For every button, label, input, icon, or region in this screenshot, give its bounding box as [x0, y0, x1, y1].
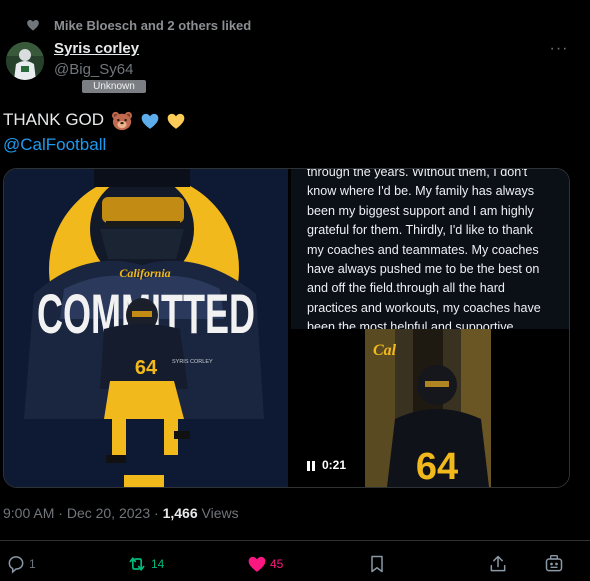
pause-icon	[307, 460, 315, 471]
tweet-date[interactable]: Dec 20, 2023	[67, 505, 150, 521]
tweet-text-content: THANK GOD	[3, 110, 105, 129]
video-duration: 0:21	[322, 458, 347, 472]
meta-separator: ·	[154, 505, 159, 521]
meta-separator: ·	[58, 505, 63, 521]
share-button[interactable]	[488, 552, 508, 574]
social-context[interactable]: Mike Bloesch and 2 others liked	[0, 14, 300, 38]
bear-face-icon	[111, 111, 132, 130]
retweet-button[interactable]: 14	[126, 552, 164, 574]
video-panel[interactable]: Cal 64 0:21	[291, 329, 569, 487]
author-display-name[interactable]: Syris corley	[54, 40, 139, 57]
like-icon	[248, 556, 266, 572]
more-icon[interactable]: ···	[548, 40, 570, 58]
video-player[interactable]: Cal 64	[365, 329, 491, 487]
unknown-badge: Unknown	[82, 80, 146, 93]
statement-line: grateful for them. Thirdly, I'd like to …	[307, 223, 533, 238]
video-frame: Cal 64	[365, 329, 491, 487]
player-name: SYRIS CORLEY	[172, 359, 213, 365]
video-jersey-number: 64	[416, 446, 458, 487]
statement-text: through the years. Without them, I don't…	[307, 169, 557, 329]
share-icon	[490, 555, 506, 572]
statement-line: been the most helpful and supportive	[307, 320, 514, 329]
statement-line: my coaches and teammates. My coaches	[307, 242, 539, 257]
grok-icon	[545, 554, 563, 572]
avatar-image	[6, 42, 44, 80]
tweet-time[interactable]: 9:00 AM	[3, 505, 54, 521]
statement-image[interactable]: through the years. Without them, I don't…	[291, 169, 569, 329]
tweet-text: THANK GOD	[3, 110, 186, 134]
statement-line: and off the field.through all the hard	[307, 281, 505, 296]
brand-text: California	[119, 266, 170, 280]
tweet-meta: 9:00 AM · Dec 20, 2023 · 1,466 Views	[3, 505, 239, 521]
reply-count: 1	[29, 556, 36, 571]
mention-link[interactable]: @CalFootball	[3, 135, 106, 155]
social-context-text: Mike Bloesch and 2 others liked	[54, 18, 252, 33]
statement-line: been my biggest support and I am highly	[307, 203, 534, 218]
views-label: Views	[201, 505, 239, 521]
statement-line: have always pushed me to be the best on	[307, 262, 540, 277]
grok-button[interactable]	[543, 552, 565, 574]
statement-line: know where I'd be. My family has always	[307, 184, 535, 199]
heart-icon	[27, 20, 39, 31]
author-handle[interactable]: @Big_Sy64	[54, 61, 133, 78]
yellow-heart-icon	[167, 113, 185, 129]
commit-graphic-image: California COMMITTED 64 SYRIS CORLEY	[4, 169, 288, 487]
avatar[interactable]	[6, 42, 44, 80]
reply-button[interactable]: 1	[6, 552, 36, 574]
video-duration-indicator[interactable]: 0:21	[306, 458, 346, 476]
statement-line: practices and workouts, my coaches have	[307, 300, 541, 315]
commit-graphic[interactable]: California COMMITTED 64 SYRIS CORLEY	[4, 169, 288, 487]
retweet-count: 14	[151, 556, 165, 571]
like-count: 45	[270, 556, 284, 571]
video-brand: Cal	[373, 342, 397, 359]
bookmark-icon	[371, 555, 383, 573]
retweet-icon	[129, 557, 145, 571]
like-button[interactable]: 45	[247, 552, 283, 574]
statement-line: through the years. Without them, I don't	[307, 169, 528, 179]
bookmark-button[interactable]	[368, 552, 386, 574]
divider	[0, 540, 590, 541]
views-count: 1,466	[162, 505, 198, 521]
reply-icon	[8, 555, 24, 574]
blue-heart-icon	[141, 113, 158, 129]
player-number: 64	[135, 357, 158, 379]
media-container[interactable]: California COMMITTED 64 SYRIS CORLEY thr…	[3, 168, 570, 488]
